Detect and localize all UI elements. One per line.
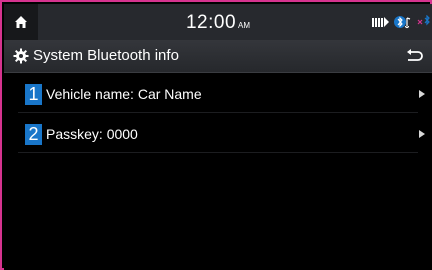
status-bar: 12:00 AM	[4, 4, 432, 40]
list-item-vehicle-name[interactable]: 1 Vehicle name: Car Name	[4, 73, 432, 113]
status-icons	[372, 15, 432, 29]
screen: 12:00 AM System Bluetooth info 1 Vehicle…	[4, 4, 432, 270]
title-bar: System Bluetooth info	[4, 40, 432, 73]
page-title: System Bluetooth info	[33, 47, 179, 64]
clock-time: 12:00	[185, 12, 237, 33]
settings-list: 1 Vehicle name: Car Name 2 Passkey: 0000	[4, 73, 432, 153]
screen-frame: 12:00 AM System Bluetooth info 1 Vehicle…	[0, 0, 432, 270]
home-icon	[15, 16, 27, 28]
signal-bars-icon	[372, 17, 389, 27]
item-number-badge: 1	[25, 84, 42, 105]
chevron-right-icon	[419, 90, 425, 98]
back-button[interactable]	[396, 40, 432, 72]
bluetooth-icon	[417, 15, 430, 26]
divider	[18, 152, 418, 153]
home-button[interactable]	[4, 4, 38, 40]
list-item-passkey[interactable]: 2 Passkey: 0000	[4, 113, 432, 153]
clock-ampm: AM	[238, 21, 251, 30]
back-arrow-icon	[407, 49, 423, 61]
gear-icon	[13, 48, 29, 64]
clock: 12:00 AM	[4, 4, 432, 40]
bluetooth-audio-icon	[394, 16, 411, 29]
item-number-badge: 2	[25, 124, 42, 145]
item-label: Passkey: 0000	[46, 126, 138, 142]
item-label: Vehicle name: Car Name	[46, 86, 202, 102]
chevron-right-icon	[419, 130, 425, 138]
